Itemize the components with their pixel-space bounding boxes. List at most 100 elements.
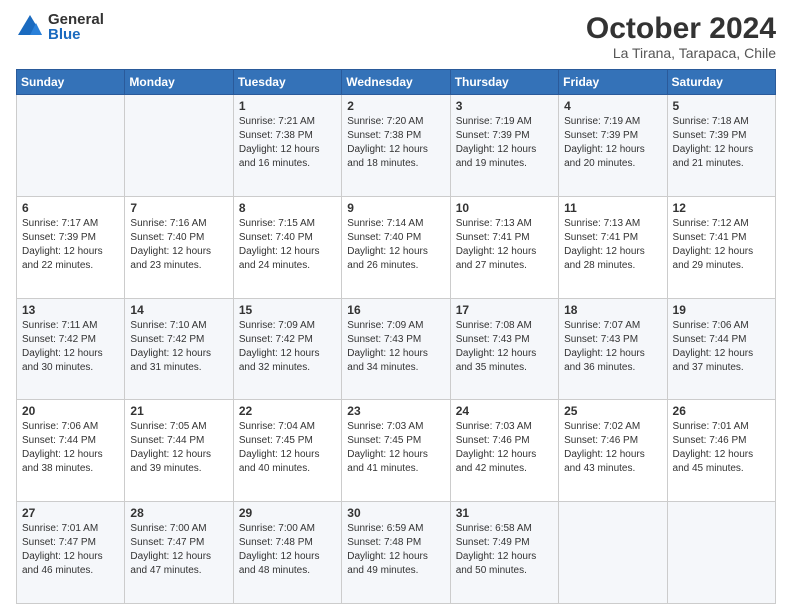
day-number: 31 — [456, 506, 553, 520]
day-cell — [559, 502, 667, 604]
day-cell: 14 Sunrise: 7:10 AM Sunset: 7:42 PM Dayli… — [125, 298, 233, 400]
day-cell: 21 Sunrise: 7:05 AM Sunset: 7:44 PM Dayli… — [125, 400, 233, 502]
day-info: Sunrise: 7:12 AM Sunset: 7:41 PM Dayligh… — [673, 217, 770, 273]
day-cell: 31Sunrise: 6:58 AM Sunset: 7:49 PM Dayli… — [450, 502, 558, 604]
day-info: Sunrise: 7:04 AM Sunset: 7:45 PM Dayligh… — [239, 420, 336, 476]
day-number: 23 — [347, 404, 444, 418]
day-info: Sunrise: 7:19 AM Sunset: 7:39 PM Dayligh… — [564, 115, 661, 171]
header: General Blue October 2024 La Tirana, Tar… — [16, 12, 776, 61]
day-number: 6 — [22, 201, 119, 215]
day-cell: 24 Sunrise: 7:03 AM Sunset: 7:46 PM Dayli… — [450, 400, 558, 502]
page: General Blue October 2024 La Tirana, Tar… — [0, 0, 792, 612]
day-cell: 17 Sunrise: 7:08 AM Sunset: 7:43 PM Dayli… — [450, 298, 558, 400]
logo-icon — [16, 13, 44, 41]
day-number: 3 — [456, 99, 553, 113]
day-number: 24 — [456, 404, 553, 418]
col-friday: Friday — [559, 70, 667, 95]
day-info: Sunrise: 7:01 AM Sunset: 7:47 PM Dayligh… — [22, 522, 119, 578]
day-info: Sunrise: 7:11 AM Sunset: 7:42 PM Dayligh… — [22, 319, 119, 375]
day-cell: 3 Sunrise: 7:19 AM Sunset: 7:39 PM Daylig… — [450, 95, 558, 197]
day-info: Sunrise: 7:16 AM Sunset: 7:40 PM Dayligh… — [130, 217, 227, 273]
day-cell — [125, 95, 233, 197]
day-number: 7 — [130, 201, 227, 215]
day-cell: 30Sunrise: 6:59 AM Sunset: 7:48 PM Dayli… — [342, 502, 450, 604]
day-info: Sunrise: 7:14 AM Sunset: 7:40 PM Dayligh… — [347, 217, 444, 273]
day-number: 27 — [22, 506, 119, 520]
day-info: Sunrise: 7:09 AM Sunset: 7:43 PM Dayligh… — [347, 319, 444, 375]
day-cell: 20Sunrise: 7:06 AM Sunset: 7:44 PM Dayli… — [17, 400, 125, 502]
day-cell: 25 Sunrise: 7:02 AM Sunset: 7:46 PM Dayli… — [559, 400, 667, 502]
day-cell: 27 Sunrise: 7:01 AM Sunset: 7:47 PM Dayli… — [17, 502, 125, 604]
day-cell: 9 Sunrise: 7:14 AM Sunset: 7:40 PM Daylig… — [342, 196, 450, 298]
day-info: Sunrise: 7:03 AM Sunset: 7:46 PM Dayligh… — [456, 420, 553, 476]
calendar-body: 1Sunrise: 7:21 AM Sunset: 7:38 PM Daylig… — [17, 95, 776, 604]
day-number: 8 — [239, 201, 336, 215]
col-sunday: Sunday — [17, 70, 125, 95]
week-row-2: 6 Sunrise: 7:17 AM Sunset: 7:39 PM Daylig… — [17, 196, 776, 298]
day-info: Sunrise: 7:01 AM Sunset: 7:46 PM Dayligh… — [673, 420, 770, 476]
day-cell: 5 Sunrise: 7:18 AM Sunset: 7:39 PM Daylig… — [667, 95, 775, 197]
day-cell: 23 Sunrise: 7:03 AM Sunset: 7:45 PM Dayli… — [342, 400, 450, 502]
day-info: Sunrise: 7:19 AM Sunset: 7:39 PM Dayligh… — [456, 115, 553, 171]
day-info: Sunrise: 7:08 AM Sunset: 7:43 PM Dayligh… — [456, 319, 553, 375]
day-cell — [17, 95, 125, 197]
week-row-4: 20Sunrise: 7:06 AM Sunset: 7:44 PM Dayli… — [17, 400, 776, 502]
logo-text: General Blue — [48, 12, 104, 42]
logo-general: General — [48, 12, 104, 27]
day-cell: 15Sunrise: 7:09 AM Sunset: 7:42 PM Dayli… — [233, 298, 341, 400]
day-number: 15 — [239, 303, 336, 317]
day-cell: 29 Sunrise: 7:00 AM Sunset: 7:48 PM Dayli… — [233, 502, 341, 604]
day-number: 5 — [673, 99, 770, 113]
week-row-3: 13Sunrise: 7:11 AM Sunset: 7:42 PM Dayli… — [17, 298, 776, 400]
day-cell: 16Sunrise: 7:09 AM Sunset: 7:43 PM Dayli… — [342, 298, 450, 400]
day-number: 25 — [564, 404, 661, 418]
col-thursday: Thursday — [450, 70, 558, 95]
main-title: October 2024 — [586, 12, 776, 45]
day-cell: 28 Sunrise: 7:00 AM Sunset: 7:47 PM Dayli… — [125, 502, 233, 604]
day-number: 22 — [239, 404, 336, 418]
col-tuesday: Tuesday — [233, 70, 341, 95]
day-number: 28 — [130, 506, 227, 520]
logo: General Blue — [16, 12, 104, 42]
col-monday: Monday — [125, 70, 233, 95]
day-number: 20 — [22, 404, 119, 418]
day-info: Sunrise: 7:05 AM Sunset: 7:44 PM Dayligh… — [130, 420, 227, 476]
header-row: Sunday Monday Tuesday Wednesday Thursday… — [17, 70, 776, 95]
day-number: 17 — [456, 303, 553, 317]
day-cell: 10Sunrise: 7:13 AM Sunset: 7:41 PM Dayli… — [450, 196, 558, 298]
day-cell: 13Sunrise: 7:11 AM Sunset: 7:42 PM Dayli… — [17, 298, 125, 400]
day-number: 30 — [347, 506, 444, 520]
day-info: Sunrise: 7:07 AM Sunset: 7:43 PM Dayligh… — [564, 319, 661, 375]
day-number: 9 — [347, 201, 444, 215]
day-number: 21 — [130, 404, 227, 418]
day-info: Sunrise: 7:20 AM Sunset: 7:38 PM Dayligh… — [347, 115, 444, 171]
day-info: Sunrise: 7:15 AM Sunset: 7:40 PM Dayligh… — [239, 217, 336, 273]
day-number: 1 — [239, 99, 336, 113]
day-cell: 12 Sunrise: 7:12 AM Sunset: 7:41 PM Dayli… — [667, 196, 775, 298]
day-number: 19 — [673, 303, 770, 317]
col-saturday: Saturday — [667, 70, 775, 95]
day-info: Sunrise: 7:13 AM Sunset: 7:41 PM Dayligh… — [564, 217, 661, 273]
day-number: 2 — [347, 99, 444, 113]
day-cell: 6 Sunrise: 7:17 AM Sunset: 7:39 PM Daylig… — [17, 196, 125, 298]
day-cell: 8 Sunrise: 7:15 AM Sunset: 7:40 PM Daylig… — [233, 196, 341, 298]
week-row-1: 1Sunrise: 7:21 AM Sunset: 7:38 PM Daylig… — [17, 95, 776, 197]
day-info: Sunrise: 7:17 AM Sunset: 7:39 PM Dayligh… — [22, 217, 119, 273]
day-info: Sunrise: 7:03 AM Sunset: 7:45 PM Dayligh… — [347, 420, 444, 476]
day-number: 12 — [673, 201, 770, 215]
day-info: Sunrise: 7:00 AM Sunset: 7:48 PM Dayligh… — [239, 522, 336, 578]
day-cell: 11Sunrise: 7:13 AM Sunset: 7:41 PM Dayli… — [559, 196, 667, 298]
day-number: 29 — [239, 506, 336, 520]
day-info: Sunrise: 7:02 AM Sunset: 7:46 PM Dayligh… — [564, 420, 661, 476]
day-info: Sunrise: 7:06 AM Sunset: 7:44 PM Dayligh… — [673, 319, 770, 375]
day-cell: 19 Sunrise: 7:06 AM Sunset: 7:44 PM Dayli… — [667, 298, 775, 400]
day-number: 14 — [130, 303, 227, 317]
day-number: 18 — [564, 303, 661, 317]
day-info: Sunrise: 7:10 AM Sunset: 7:42 PM Dayligh… — [130, 319, 227, 375]
week-row-5: 27 Sunrise: 7:01 AM Sunset: 7:47 PM Dayli… — [17, 502, 776, 604]
day-info: Sunrise: 7:00 AM Sunset: 7:47 PM Dayligh… — [130, 522, 227, 578]
day-cell: 1Sunrise: 7:21 AM Sunset: 7:38 PM Daylig… — [233, 95, 341, 197]
day-number: 26 — [673, 404, 770, 418]
day-cell: 22 Sunrise: 7:04 AM Sunset: 7:45 PM Dayli… — [233, 400, 341, 502]
day-info: Sunrise: 7:18 AM Sunset: 7:39 PM Dayligh… — [673, 115, 770, 171]
